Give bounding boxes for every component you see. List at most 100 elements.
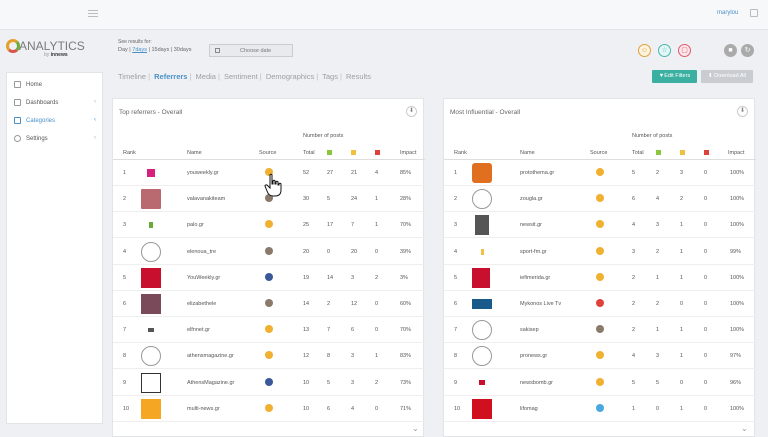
neutral-cell: 6 — [351, 327, 355, 334]
negative-legend-icon — [375, 150, 380, 155]
neutral-cell: 1 — [680, 248, 684, 255]
total-cell: 2 — [632, 301, 636, 307]
name-cell[interactable]: palo.gr — [187, 222, 204, 228]
name-cell[interactable]: newsbomb.gr — [520, 380, 553, 386]
table-row[interactable]: 6 Mykonos Live Tv 2 2 0 0 100% — [444, 291, 756, 317]
positive-filter-icon[interactable]: ☺ — [638, 44, 651, 57]
tab-timeline[interactable]: Timeline — [118, 72, 146, 81]
table-row[interactable]: 7 elfnnet.gr 13 7 6 0 70% — [113, 317, 425, 344]
name-cell[interactable]: elfnnet.gr — [187, 327, 210, 333]
table-row[interactable]: 9 AthensMagazine.gr 10 5 3 2 73% — [113, 370, 425, 396]
name-cell[interactable]: elizabethele — [187, 301, 216, 307]
scroll-down-icon[interactable]: ⌄ — [412, 424, 419, 433]
table-row[interactable]: 5 YouWeekly.gr 19 14 3 2 3% — [113, 265, 425, 291]
name-cell[interactable]: iefimerida.gr — [520, 275, 550, 281]
rank-cell: 6 — [454, 301, 458, 307]
name-cell[interactable]: multi-news.gr — [187, 406, 220, 412]
neutral-cell: 0 — [680, 301, 684, 307]
avatar — [472, 163, 492, 183]
download-all-button[interactable]: ⬇ Download All — [701, 70, 753, 83]
table-row[interactable]: 5 iefimerida.gr 2 1 1 0 100% — [444, 265, 756, 291]
sidebar-item-settings[interactable]: Settings ‹ — [7, 131, 104, 147]
number-of-posts-header: Number of posts — [632, 133, 673, 139]
sidebar-item-dashboards[interactable]: Dashboards ‹ — [7, 95, 104, 111]
col-source: Source — [590, 150, 608, 156]
sidebar-item-home[interactable]: Home — [7, 77, 104, 93]
table-row[interactable]: 2 zougla.gr 6 4 2 0 100% — [444, 186, 756, 213]
panel-title: Most Influential - Overall — [450, 109, 521, 116]
rank-cell: 2 — [454, 196, 458, 203]
total-cell: 20 — [303, 248, 310, 255]
tab-media[interactable]: Media — [196, 72, 216, 81]
table-row[interactable]: 4 elenoua_tre 20 0 20 0 39% — [113, 239, 425, 265]
dashboard-icon — [14, 99, 21, 106]
name-cell[interactable]: sakisep — [520, 327, 539, 333]
avatar — [147, 169, 155, 177]
table-row[interactable]: 9 newsbomb.gr 5 5 0 0 96% — [444, 370, 756, 396]
logout-icon[interactable] — [750, 9, 758, 17]
period-15days[interactable]: 15days — [151, 47, 169, 53]
menu-toggle-icon[interactable] — [88, 10, 98, 18]
name-cell[interactable]: pronews.gr — [520, 353, 547, 359]
star-icon[interactable]: ☆ — [658, 44, 671, 57]
positive-cell: 5 — [327, 196, 331, 203]
table-row[interactable]: 8 athensmagazine.gr 12 8 3 1 83% — [113, 343, 425, 370]
table-row[interactable]: 10 lifomag 1 0 1 0 100% — [444, 396, 756, 422]
download-icon[interactable]: ⬇ — [406, 106, 417, 117]
rank-cell: 3 — [454, 222, 458, 229]
name-cell[interactable]: lifomag — [520, 406, 538, 412]
neutral-legend-icon — [351, 150, 356, 155]
name-cell[interactable]: newsit.gr — [520, 222, 542, 228]
rank-cell: 2 — [123, 196, 127, 203]
refresh-icon[interactable]: ↻ — [741, 44, 754, 57]
tab-demographics[interactable]: Demographics — [266, 72, 314, 81]
table-row[interactable]: 6 elizabethele 14 2 12 0 60% — [113, 291, 425, 317]
total-cell: 12 — [303, 353, 310, 360]
edit-filters-button[interactable]: ▼Edit Filters — [652, 70, 697, 83]
col-name: Name — [187, 150, 202, 156]
date-picker[interactable]: Choose date — [209, 44, 293, 57]
name-cell[interactable]: valavanakiteam — [187, 196, 225, 202]
positive-cell: 17 — [327, 222, 334, 229]
period-7days[interactable]: 7days — [132, 47, 147, 53]
name-cell[interactable]: sport-fm.gr — [520, 249, 547, 255]
instagram-icon — [265, 299, 273, 307]
neutral-cell: 12 — [351, 301, 358, 307]
header-band — [0, 30, 768, 66]
name-cell[interactable]: zougla.gr — [520, 196, 543, 202]
trash-icon[interactable]: ▢ — [678, 44, 691, 57]
download-icon[interactable]: ⬇ — [737, 106, 748, 117]
table-row[interactable]: 10 multi-news.gr 10 6 4 0 71% — [113, 396, 425, 422]
total-cell: 2 — [632, 274, 636, 281]
scroll-down-icon[interactable]: ⌄ — [741, 424, 748, 433]
avatar — [141, 372, 161, 393]
name-cell[interactable]: Mykonos Live Tv — [520, 301, 561, 307]
tab-results[interactable]: Results — [346, 72, 371, 81]
name-cell[interactable]: YouWeekly.gr — [187, 275, 220, 281]
username-link[interactable]: marylou — [717, 10, 738, 16]
impact-cell: 71% — [400, 405, 412, 412]
name-cell[interactable]: elenoua_tre — [187, 249, 216, 255]
sidebar-item-categories[interactable]: Categories ‹ — [7, 113, 104, 129]
table-row[interactable]: 3 palo.gr 25 17 7 1 70% — [113, 212, 425, 239]
tab-tags[interactable]: Tags — [322, 72, 338, 81]
table-row[interactable]: 3 newsit.gr 4 3 1 0 100% — [444, 212, 756, 239]
tab-referrers[interactable]: Referrers — [154, 72, 187, 81]
period-30days[interactable]: 30days — [174, 47, 192, 53]
avatar — [141, 189, 161, 210]
tag-icon — [14, 117, 21, 124]
period-day[interactable]: Day — [118, 47, 128, 53]
table-row[interactable]: 4 sport-fm.gr 3 2 1 0 99% — [444, 239, 756, 265]
table-row[interactable]: 8 pronews.gr 4 3 1 0 97% — [444, 343, 756, 370]
stop-icon[interactable]: ■ — [724, 44, 737, 57]
neutral-cell: 3 — [680, 170, 684, 176]
period-heading: See results for: — [118, 39, 152, 45]
tab-sentiment[interactable]: Sentiment — [224, 72, 258, 81]
name-cell[interactable]: athensmagazine.gr — [187, 353, 234, 359]
rank-cell: 4 — [454, 248, 458, 255]
name-cell[interactable]: protothema.gr — [520, 170, 554, 176]
name-cell[interactable]: youweekly.gr — [187, 170, 219, 176]
table-row[interactable]: 1 protothema.gr 5 2 3 0 100% — [444, 160, 756, 186]
table-row[interactable]: 7 sakisep 2 1 1 0 100% — [444, 317, 756, 344]
name-cell[interactable]: AthensMagazine.gr — [187, 380, 234, 386]
